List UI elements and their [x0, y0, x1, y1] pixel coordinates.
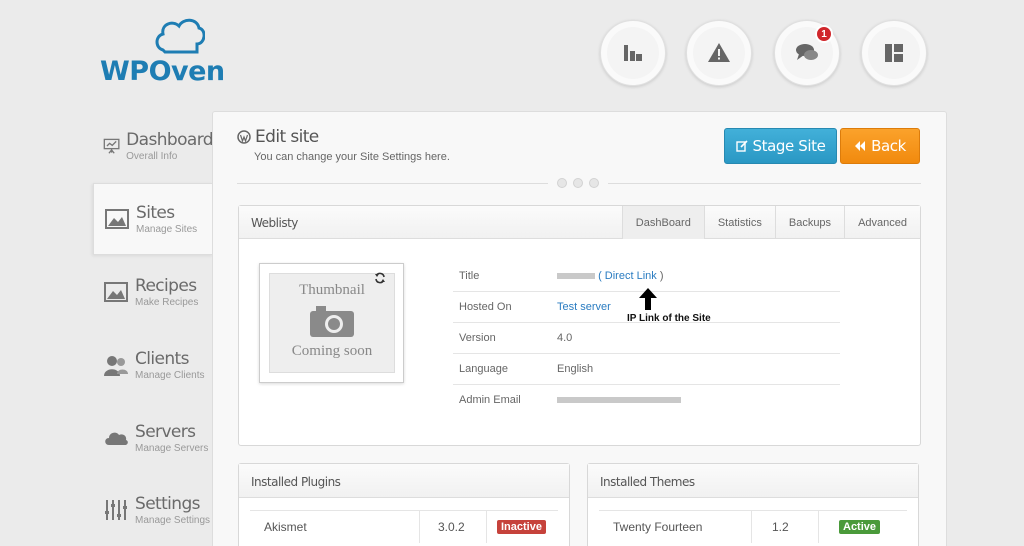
image-icon	[105, 209, 129, 229]
status-badge: Inactive	[497, 520, 546, 534]
brand-name: WPOven	[100, 56, 225, 87]
sidebar-item-title: Dashboard	[126, 129, 213, 150]
installed-themes-title: Installed Themes	[588, 464, 918, 498]
sidebar-item-title: Recipes	[135, 275, 197, 296]
sidebar-item-sites[interactable]: Sites Manage Sites	[93, 183, 213, 255]
sidebar-item-title: Sites	[136, 202, 175, 223]
carousel-dot[interactable]	[557, 178, 567, 188]
site-details-header: Weblisty DashBoard Statistics Backups Ad…	[239, 206, 920, 239]
sidebar-item-title: Servers	[135, 421, 196, 442]
page-title-text: Edit site	[255, 127, 319, 147]
sidebar-item-subtitle: Manage Sites	[136, 223, 198, 235]
sidebar-item-subtitle: Overall Info	[126, 150, 178, 162]
sidebar-item-subtitle: Manage Servers	[135, 442, 209, 454]
installed-themes-box: Installed Themes Twenty Fourteen 1.2 Act…	[587, 463, 919, 546]
chat-icon	[796, 44, 818, 60]
table-row: Akismet 3.0.2 Inactive	[250, 510, 558, 543]
carousel-dot[interactable]	[589, 178, 599, 188]
info-label: Title	[459, 270, 480, 282]
info-value: ( Direct Link )	[557, 270, 664, 282]
installed-plugins-title: Installed Plugins	[239, 464, 569, 498]
sidebar-item-dashboard[interactable]: Dashboard Overall Info	[93, 110, 214, 182]
info-row-admin-email: Admin Email	[453, 385, 840, 416]
column-divider	[486, 511, 487, 543]
billing-icon	[624, 45, 642, 61]
table-row: Twenty Fourteen 1.2 Active	[599, 510, 907, 543]
sidebar-item-title: Settings	[135, 493, 201, 514]
refresh-icon[interactable]	[374, 272, 386, 284]
page-title: Edit site	[237, 127, 319, 147]
column-divider	[818, 511, 819, 543]
messages-button[interactable]: 1	[774, 20, 840, 86]
redacted-ip	[557, 273, 595, 280]
thumbnail-placeholder: Thumbnail Coming soon	[269, 273, 395, 373]
installed-plugins-box: Installed Plugins Akismet 3.0.2 Inactive	[238, 463, 570, 546]
status-badge: Active	[839, 520, 881, 534]
presentation-board-icon	[103, 138, 120, 154]
tab-statistics[interactable]: Statistics	[703, 206, 775, 239]
plugin-version: 3.0.2	[438, 520, 465, 534]
notification-badge: 1	[815, 25, 833, 43]
chef-hat-icon	[155, 18, 205, 54]
image-icon	[104, 282, 128, 302]
back-button[interactable]: Back	[840, 128, 920, 164]
sidebar-item-subtitle: Manage Settings	[135, 514, 211, 526]
cloud-icon	[105, 432, 128, 445]
billing-button[interactable]	[600, 20, 666, 86]
bracket-open: (	[598, 270, 602, 282]
carousel-dot[interactable]	[573, 178, 583, 188]
direct-link[interactable]: Direct Link	[605, 270, 657, 282]
carousel-dots	[548, 178, 608, 190]
site-name: Weblisty	[251, 216, 298, 230]
site-thumbnail: Thumbnail Coming soon	[259, 263, 404, 383]
layout-button[interactable]	[861, 20, 927, 86]
sidebar-item-subtitle: Manage Clients	[135, 369, 205, 381]
hosted-on-link[interactable]: Test server	[557, 301, 611, 313]
site-tabs: DashBoard Statistics Backups Advanced	[621, 206, 920, 239]
stage-site-button[interactable]: Stage Site	[724, 128, 837, 164]
tab-backups[interactable]: Backups	[774, 206, 844, 239]
sidebar-item-recipes[interactable]: Recipes Make Recipes	[93, 256, 213, 328]
theme-name: Twenty Fourteen	[599, 511, 752, 543]
edit-icon	[735, 140, 748, 152]
sidebar-item-servers[interactable]: Servers Manage Servers	[93, 402, 213, 474]
wordpress-icon	[237, 130, 251, 144]
info-row-language: Language English	[453, 354, 840, 385]
double-chevron-left-icon	[855, 141, 866, 151]
arrow-up-icon	[639, 288, 657, 310]
brand-logo[interactable]: WPOven	[98, 16, 248, 87]
info-label: Language	[459, 363, 508, 375]
users-icon	[104, 356, 128, 376]
info-label: Hosted On	[459, 301, 512, 313]
thumbnail-line1: Thumbnail	[299, 282, 365, 298]
theme-version: 1.2	[772, 520, 789, 534]
stage-site-label: Stage Site	[752, 137, 826, 155]
sidebar-item-subtitle: Make Recipes	[135, 296, 199, 308]
info-value: English	[557, 363, 594, 375]
redacted-email	[557, 397, 681, 404]
page-subtitle: You can change your Site Settings here.	[254, 151, 450, 163]
tab-advanced[interactable]: Advanced	[844, 206, 920, 239]
back-label: Back	[871, 137, 906, 155]
info-row-version: Version 4.0	[453, 323, 840, 354]
sliders-icon	[105, 500, 127, 520]
sidebar-item-settings[interactable]: Settings Manage Settings	[93, 474, 213, 546]
info-value	[557, 394, 681, 406]
sidebar-item-clients[interactable]: Clients Manage Clients	[93, 329, 213, 401]
thumbnail-line2: Coming soon	[291, 343, 373, 359]
info-label: Admin Email	[459, 394, 521, 406]
warning-icon	[708, 43, 730, 62]
info-value: 4.0	[557, 332, 573, 344]
sidebar-item-title: Clients	[135, 348, 189, 369]
alerts-button[interactable]	[686, 20, 752, 86]
info-label: Version	[459, 332, 496, 344]
layout-icon	[885, 44, 903, 62]
camera-icon	[310, 306, 354, 337]
annotation-label: IP Link of the Site	[627, 313, 711, 324]
plugin-name: Akismet	[250, 511, 420, 543]
bracket-close: )	[659, 270, 664, 282]
tab-dashboard[interactable]: DashBoard	[621, 206, 704, 239]
